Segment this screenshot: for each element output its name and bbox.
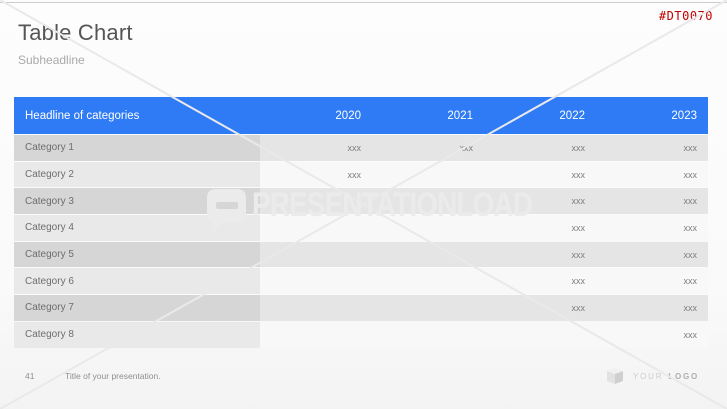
page-subtitle: Subheadline [18, 53, 85, 67]
cell-value: xxx [596, 188, 708, 214]
cell-value: xxx [484, 242, 596, 268]
cell-value: xxx [596, 322, 708, 348]
cell-value [372, 322, 484, 348]
row-label: Category 1 [14, 135, 260, 161]
cell-value [372, 268, 484, 294]
cell-value [260, 268, 372, 294]
table-row: Category 7 xxx xxx [14, 295, 708, 321]
table-header-year-2022: 2022 [484, 110, 596, 122]
logo-placeholder: YOUR LOGO [606, 367, 699, 385]
cell-value [260, 215, 372, 241]
cell-value [260, 188, 372, 214]
cell-value [372, 215, 484, 241]
cell-value: xxx [596, 295, 708, 321]
row-label: Category 3 [14, 188, 260, 214]
cell-value: xxx [596, 162, 708, 188]
cell-value: xxx [596, 268, 708, 294]
footer-presentation-title: Title of your presentation. [65, 371, 161, 381]
cell-value: xxx [484, 135, 596, 161]
table-header-year-2023: 2023 [596, 110, 708, 122]
cell-value [260, 295, 372, 321]
cell-value: xxx [596, 215, 708, 241]
table-header-year-2020: 2020 [260, 110, 372, 122]
table-row: Category 5 xxx xxx [14, 242, 708, 268]
table-header-year-2021: 2021 [372, 110, 484, 122]
row-label: Category 4 [14, 215, 260, 241]
table-header-categories: Headline of categories [14, 110, 260, 122]
cell-value: xxx [484, 268, 596, 294]
table-row: Category 1 xxx xxx xxx xxx [14, 135, 708, 161]
cell-value [372, 162, 484, 188]
cell-value: xxx [484, 215, 596, 241]
row-label: Category 7 [14, 295, 260, 321]
logo-text-your: YOUR [633, 372, 663, 381]
cube-logo-icon [606, 367, 624, 385]
cell-value: xxx [260, 162, 372, 188]
slide-top-edge [0, 2, 727, 3]
table-header-row: Headline of categories 2020 2021 2022 20… [14, 97, 708, 134]
cell-value: xxx [484, 295, 596, 321]
row-label: Category 2 [14, 162, 260, 188]
cell-value [260, 322, 372, 348]
table-row: Category 8 xxx [14, 322, 708, 348]
row-label: Category 8 [14, 322, 260, 348]
cell-value [484, 322, 596, 348]
row-label: Category 5 [14, 242, 260, 268]
table-row: Category 6 xxx xxx [14, 268, 708, 294]
cell-value: xxx [484, 162, 596, 188]
cell-value [372, 188, 484, 214]
cell-value: xxx [596, 135, 708, 161]
cell-value: xxx [596, 242, 708, 268]
cell-value: xxx [484, 188, 596, 214]
table-chart: Headline of categories 2020 2021 2022 20… [14, 97, 708, 348]
table-row: Category 4 xxx xxx [14, 215, 708, 241]
slide: { "slide": { "title": "Table Chart", "su… [0, 0, 727, 409]
table-row: Category 3 xxx xxx [14, 188, 708, 214]
template-code: #DT0070 [659, 9, 713, 23]
row-label: Category 6 [14, 268, 260, 294]
cell-value [372, 242, 484, 268]
cell-value [260, 242, 372, 268]
cell-value: xxx [260, 135, 372, 161]
page-number: 41 [25, 371, 34, 381]
table-row: Category 2 xxx xxx xxx [14, 162, 708, 188]
logo-text-logo: LOGO [668, 372, 699, 381]
cell-value: xxx [372, 135, 484, 161]
cell-value [372, 295, 484, 321]
page-title: Table Chart [18, 20, 133, 46]
